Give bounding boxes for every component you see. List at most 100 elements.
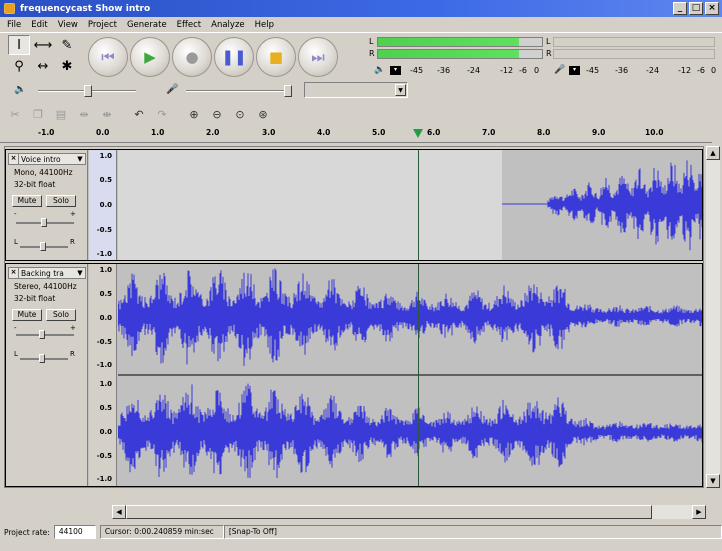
draw-tool-icon[interactable]: ✎ <box>56 35 78 55</box>
trim-icon[interactable]: ⇹ <box>73 104 95 124</box>
gain-slider-thumb[interactable] <box>41 218 47 227</box>
stop-icon: ■ <box>268 48 284 66</box>
menu-edit[interactable]: Edit <box>26 20 52 30</box>
menu-generate[interactable]: Generate <box>122 20 172 30</box>
output-scale-12: -12 <box>500 66 514 75</box>
minimize-button[interactable]: _ <box>673 2 687 15</box>
mute-button[interactable]: Mute <box>12 309 42 321</box>
input-scale-36: -36 <box>615 66 629 75</box>
ruler-label: 7.0 <box>482 128 496 137</box>
scroll-right-icon[interactable]: ▶ <box>692 505 706 519</box>
horizontal-scrollbar[interactable]: ◀ ▶ <box>112 505 706 519</box>
undo-icon[interactable]: ↶ <box>128 104 150 124</box>
amplitude-label: -0.5 <box>96 338 112 346</box>
project-rate-input[interactable]: 44100 <box>53 525 96 539</box>
app-icon <box>4 3 15 14</box>
track-title-bar[interactable]: × Voice intro ▼ <box>8 153 86 165</box>
output-meter-left-fill <box>378 38 520 46</box>
horizontal-scroll-thumb[interactable] <box>126 505 652 519</box>
menu-help[interactable]: Help <box>250 20 279 30</box>
cut-icon[interactable]: ✂ <box>4 104 26 124</box>
timeshift-tool-icon[interactable]: ↔ <box>32 56 54 76</box>
silence-icon[interactable]: ⇼ <box>96 104 118 124</box>
play-button[interactable]: ▶ <box>130 37 170 77</box>
input-volume-thumb[interactable] <box>284 85 292 97</box>
record-button[interactable]: ● <box>172 37 212 77</box>
gain-slider[interactable] <box>16 334 74 336</box>
microphone-icon[interactable]: 🎤 <box>554 65 565 75</box>
close-icon[interactable]: × <box>9 268 19 278</box>
input-meter-left-label: L <box>546 37 551 46</box>
paste-icon[interactable]: ▤ <box>50 104 72 124</box>
pause-button[interactable]: ❚❚ <box>214 37 254 77</box>
menu-effect[interactable]: Effect <box>172 20 206 30</box>
copy-icon[interactable]: ❐ <box>27 104 49 124</box>
amplitude-label: 0.5 <box>99 404 112 412</box>
solo-button[interactable]: Solo <box>46 309 76 321</box>
scroll-left-icon[interactable]: ◀ <box>112 505 126 519</box>
input-source-select[interactable]: ▼ <box>304 82 408 98</box>
selection-tool-icon[interactable]: I <box>8 35 30 55</box>
input-meter-dropdown-icon[interactable]: ▾ <box>569 66 580 75</box>
waveform-area[interactable] <box>118 150 702 260</box>
zoom-out-icon[interactable]: ⊖ <box>206 104 228 124</box>
skip-to-end-button[interactable]: ⏭ <box>298 37 338 77</box>
zoom-in-icon[interactable]: ⊕ <box>183 104 205 124</box>
scroll-down-icon[interactable]: ▼ <box>706 474 720 488</box>
menu-file[interactable]: File <box>2 20 26 30</box>
skip-to-start-button[interactable]: ⏮ <box>88 37 128 77</box>
menu-project[interactable]: Project <box>83 20 122 30</box>
menu-view[interactable]: View <box>53 20 83 30</box>
tools-toolbar: I ⟷ ✎ ⚲ ↔ ✱ <box>8 35 84 77</box>
vertical-scrollbar[interactable]: ▲ ▼ <box>706 146 720 488</box>
gain-minus-label: - <box>14 324 17 332</box>
gain-slider-thumb[interactable] <box>39 330 45 339</box>
output-meter-left-label: L <box>369 37 374 46</box>
timeline-ruler[interactable]: -1.0 0.0 1.0 2.0 3.0 4.0 5.0 6.0 7.0 8.0… <box>0 127 712 143</box>
input-meter-right-label: R <box>546 49 552 58</box>
close-button[interactable]: × <box>705 2 719 15</box>
speaker-icon[interactable]: 🔈 <box>374 65 385 75</box>
output-scale-24: -24 <box>467 66 481 75</box>
amplitude-label: 0.5 <box>99 290 112 298</box>
close-icon[interactable]: × <box>9 154 19 164</box>
amplitude-label: 0.0 <box>99 428 112 436</box>
input-meter-left <box>553 37 715 47</box>
input-volume-icon: 🎤 <box>166 84 179 95</box>
track-title-bar[interactable]: × Backing tra ▼ <box>8 267 86 279</box>
output-meter-right <box>377 49 543 59</box>
fit-project-icon[interactable]: ⊛ <box>252 104 274 124</box>
menu-analyze[interactable]: Analyze <box>206 20 250 30</box>
snap-status: [Snap-To Off] <box>223 525 722 539</box>
amplitude-ruler: 1.0 0.5 0.0 -0.5 -1.0 <box>89 150 117 260</box>
track-format: Mono, 44100Hz <box>14 168 73 177</box>
ruler-label: -1.0 <box>38 128 55 137</box>
pan-slider-thumb[interactable] <box>40 242 46 251</box>
multi-tool-icon[interactable]: ✱ <box>56 56 78 76</box>
chevron-down-icon[interactable]: ▼ <box>75 155 85 163</box>
project-rate-label: Project rate: <box>4 527 50 537</box>
maximize-button[interactable]: □ <box>689 2 703 15</box>
scroll-up-icon[interactable]: ▲ <box>706 146 720 160</box>
zoom-tool-icon[interactable]: ⚲ <box>8 56 30 76</box>
record-icon: ● <box>185 48 199 66</box>
gain-plus-label: + <box>70 210 76 218</box>
input-volume-slider[interactable] <box>186 90 292 92</box>
pan-right-label: R <box>70 350 75 358</box>
chevron-down-icon[interactable]: ▼ <box>75 269 85 277</box>
redo-icon[interactable]: ↷ <box>151 104 173 124</box>
play-icon: ▶ <box>144 48 156 66</box>
output-volume-thumb[interactable] <box>84 85 92 97</box>
waveform-area[interactable] <box>118 264 702 486</box>
pan-left-label: L <box>14 350 18 358</box>
envelope-tool-icon[interactable]: ⟷ <box>32 35 54 55</box>
track-control-panel: × Voice intro ▼ Mono, 44100Hz 32-bit flo… <box>6 150 88 260</box>
fit-selection-icon[interactable]: ⊙ <box>229 104 251 124</box>
stop-button[interactable]: ■ <box>256 37 296 77</box>
track-control-panel: × Backing tra ▼ Stereo, 44100Hz 32-bit f… <box>6 264 88 486</box>
solo-button[interactable]: Solo <box>46 195 76 207</box>
pan-slider-thumb[interactable] <box>39 354 45 363</box>
output-meter-dropdown-icon[interactable]: ▾ <box>390 66 401 75</box>
mute-button[interactable]: Mute <box>12 195 42 207</box>
chevron-down-icon[interactable]: ▼ <box>395 84 406 96</box>
